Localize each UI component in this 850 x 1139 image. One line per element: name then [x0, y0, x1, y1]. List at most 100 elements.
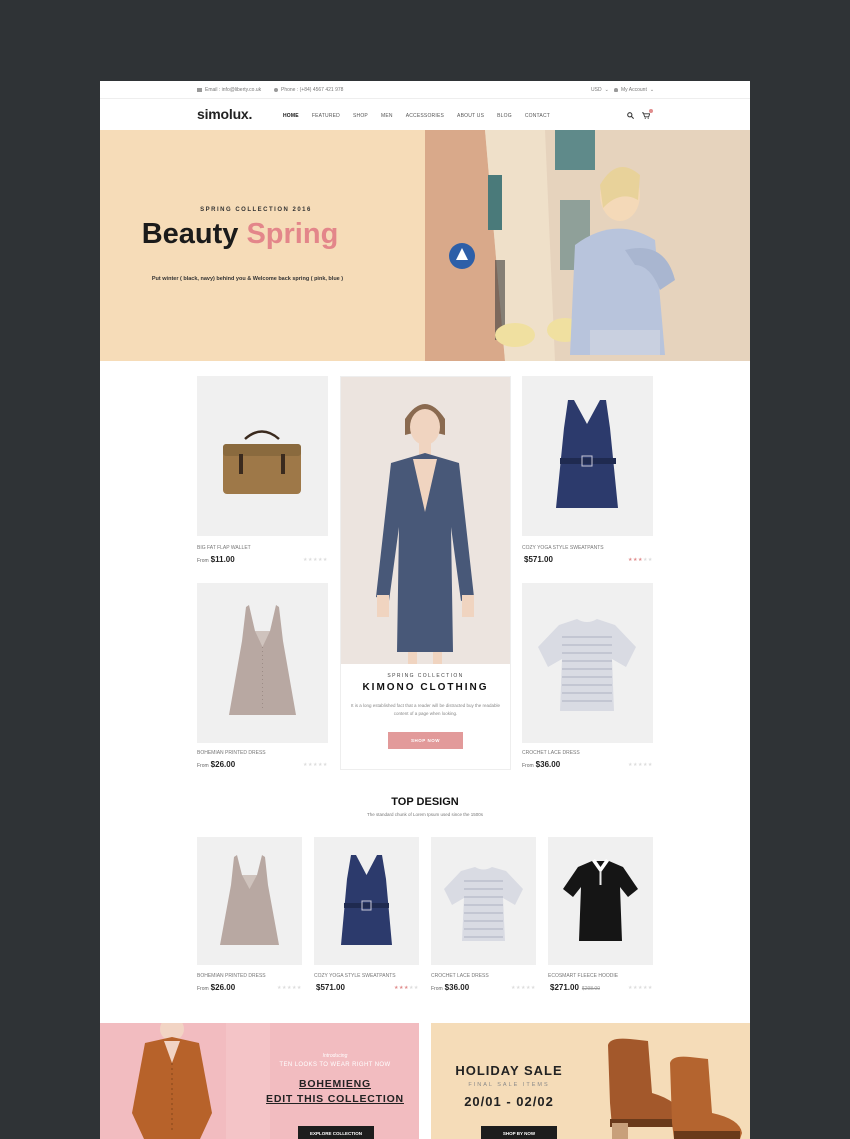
contact-phone[interactable]: Phone : (+84) 4567 421 978: [274, 87, 343, 93]
price-value: $26.00: [210, 983, 236, 992]
price-from-label: From: [431, 986, 443, 992]
contact-email[interactable]: Email : info@liberty.co.uk: [197, 87, 261, 93]
product-image-hoodie[interactable]: [548, 837, 653, 965]
star-rating: ★★★★★: [277, 985, 302, 991]
currency-label: USD: [591, 87, 602, 93]
price-value: $271.00: [550, 983, 579, 992]
price-from-label: From: [197, 763, 209, 769]
star-rating: ★★★★★: [628, 985, 653, 991]
mail-icon: [197, 88, 202, 92]
product-price: From $36.00: [522, 760, 560, 769]
account-menu[interactable]: My Account ⌄: [614, 87, 654, 93]
section-subtitle: The standard chunk of Lorem Ipsum used s…: [366, 812, 484, 817]
product-name[interactable]: BOHEMIAN PRINTED DRESS: [197, 973, 266, 979]
product-name[interactable]: COZY YOGA STYLE SWEATPANTS: [314, 973, 396, 979]
product-image-wallet[interactable]: [197, 376, 328, 536]
star-rating: ★★★★★: [303, 557, 328, 563]
hero-banner: SPRING COLLECTION 2016 Beauty Spring Put…: [100, 130, 425, 361]
nav-home[interactable]: HOME: [283, 113, 299, 119]
star-rating: ★★★★★: [511, 985, 536, 991]
cart-badge: [649, 109, 653, 113]
hero-title: Beauty Spring: [100, 218, 380, 251]
promo-banner-bohemieng: Introducing TEN LOOKS TO WEAR RIGHT NOW …: [100, 1023, 419, 1139]
feature-image[interactable]: [341, 377, 510, 664]
email-text: Email : info@liberty.co.uk: [205, 87, 262, 93]
product-price: From $26.00: [197, 760, 235, 769]
banner-heading-secondary: EDIT THIS COLLECTION: [266, 1093, 404, 1105]
user-icon: [614, 88, 618, 92]
currency-selector[interactable]: USD ⌄: [591, 87, 609, 93]
product-price: $571.00: [314, 983, 345, 992]
product-image-crochet-dress[interactable]: [431, 837, 536, 965]
top-bar: Email : info@liberty.co.uk Phone : (+84)…: [100, 81, 750, 99]
banner-dates: 20/01 - 02/02: [464, 1094, 554, 1109]
hero-title-main: Beauty: [141, 218, 239, 250]
banner-title: HOLIDAY SALE: [455, 1063, 563, 1078]
product-price: $271.00 $298.00: [548, 983, 600, 992]
product-price: $571.00: [522, 555, 553, 564]
product-price: From $36.00: [431, 983, 469, 992]
nav-contact[interactable]: CONTACT: [525, 113, 550, 119]
price-value: $571.00: [524, 555, 553, 564]
account-label: My Account: [621, 87, 647, 93]
price-from-label: From: [522, 763, 534, 769]
star-rating: ★★★★★: [628, 557, 653, 563]
product-image-bohemian-dress[interactable]: [197, 837, 302, 965]
product-name[interactable]: BOHEMIAN PRINTED DRESS: [197, 750, 266, 756]
nav-men[interactable]: MEN: [381, 113, 393, 119]
price-value: $36.00: [444, 983, 470, 992]
shop-by-now-button[interactable]: SHOP BY NOW: [481, 1126, 557, 1139]
star-rating: ★★★★★: [394, 985, 419, 991]
product-name[interactable]: COZY YOGA STYLE SWEATPANTS: [522, 545, 604, 551]
shop-now-button[interactable]: SHOP NOW: [388, 732, 463, 749]
cart-icon[interactable]: [642, 112, 650, 119]
price-value: $36.00: [535, 760, 561, 769]
price-value: $26.00: [210, 760, 236, 769]
page: Email : info@liberty.co.uk Phone : (+84)…: [100, 81, 750, 1139]
logo[interactable]: simolux.: [197, 106, 252, 122]
nav-accessories[interactable]: ACCESSORIES: [406, 113, 444, 119]
product-image-sweatpants[interactable]: [314, 837, 419, 965]
product-name[interactable]: BIG FAT FLAP WALLET: [197, 545, 251, 551]
main-header: simolux. HOME FEATURED SHOP MEN ACCESSOR…: [100, 99, 750, 130]
feature-title: KIMONO CLOTHING: [362, 682, 489, 693]
price-from-label: From: [197, 558, 209, 564]
search-icon[interactable]: [627, 112, 634, 119]
chevron-down-icon: ⌄: [649, 87, 655, 93]
phone-icon: [274, 88, 278, 92]
nav-featured[interactable]: FEATURED: [312, 113, 340, 119]
section-title: TOP DESIGN: [391, 796, 459, 808]
promo-banner-holiday-sale: HOLIDAY SALE FINAL SALE ITEMS 20/01 - 02…: [431, 1023, 750, 1139]
explore-collection-button[interactable]: EXPLORE COLLECTION: [298, 1126, 374, 1139]
nav-shop[interactable]: SHOP: [353, 113, 368, 119]
hero-subtitle: SPRING COLLECTION 2016: [200, 207, 312, 213]
phone-text: Phone : (+84) 4567 421 978: [281, 87, 344, 93]
product-name[interactable]: CROCHET LACE DRESS: [431, 973, 489, 979]
star-rating: ★★★★★: [303, 762, 328, 768]
hero-description: Put winter ( black, navy) behind you & W…: [151, 276, 344, 282]
hero-title-accent: Spring: [246, 218, 339, 250]
boots-image: [608, 1038, 742, 1139]
price-from-label: From: [197, 986, 209, 992]
price-value: $571.00: [316, 983, 345, 992]
product-price: From $26.00: [197, 983, 235, 992]
nav-blog[interactable]: BLOG: [497, 113, 512, 119]
old-price: $298.00: [581, 986, 600, 992]
feature-subtitle: SPRING COLLECTION: [387, 673, 464, 679]
main-nav: HOME FEATURED SHOP MEN ACCESSORIES ABOUT…: [283, 113, 563, 119]
product-image-crochet-dress[interactable]: [522, 583, 653, 743]
chevron-down-icon: ⌄: [604, 87, 609, 93]
product-image-bohemian-dress[interactable]: [197, 583, 328, 743]
banner-tagline: TEN LOOKS TO WEAR RIGHT NOW: [279, 1062, 391, 1068]
product-name[interactable]: CROCHET LACE DRESS: [522, 750, 580, 756]
price-value: $11.00: [210, 555, 235, 564]
banner-intro: Introducing: [322, 1053, 348, 1059]
banner-subtitle: FINAL SALE ITEMS: [468, 1082, 550, 1088]
feature-card-kimono: SPRING COLLECTION KIMONO CLOTHING It is …: [340, 376, 511, 770]
nav-about-us[interactable]: ABOUT US: [457, 113, 484, 119]
product-name[interactable]: ECOSMART FLEECE HOODIE: [548, 973, 618, 979]
star-rating: ★★★★★: [628, 762, 653, 768]
feature-description: It is a long established fact that a rea…: [350, 703, 501, 716]
product-price: From $11.00: [197, 555, 235, 564]
product-image-sweatpants[interactable]: [522, 376, 653, 536]
